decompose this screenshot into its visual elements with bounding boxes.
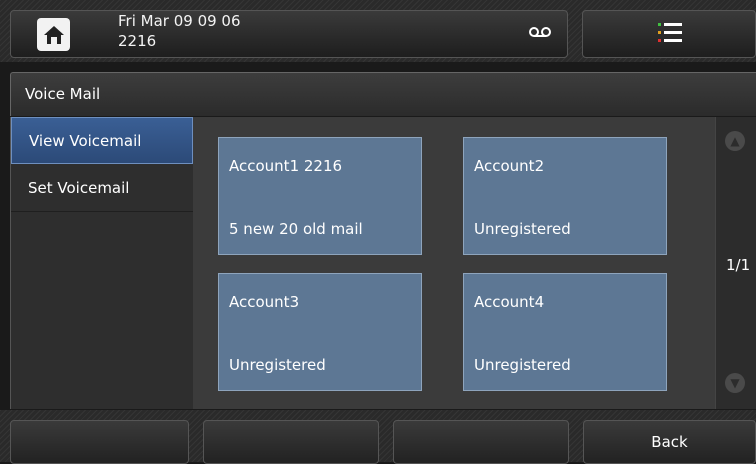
date-time-text: Fri Mar 09 09 06 — [118, 12, 241, 30]
status-bar: Fri Mar 09 09 06 2216 — [0, 0, 756, 62]
menu-list-icon[interactable] — [658, 22, 682, 44]
softkey-bar: Back — [0, 410, 756, 464]
account-name: Account2 — [474, 157, 545, 175]
softkey-2[interactable] — [203, 420, 379, 464]
back-button[interactable]: Back — [583, 420, 756, 464]
page-indicator: 1/1 — [726, 256, 751, 274]
title-bar: Voice Mail — [10, 72, 756, 116]
account-name: Account1 2216 — [229, 157, 343, 175]
page-title: Voice Mail — [25, 85, 101, 103]
account-name: Account4 — [474, 293, 545, 311]
softkey-1[interactable] — [10, 420, 189, 464]
status-segment — [10, 10, 568, 58]
menu-item-view-voicemail[interactable]: View Voicemail — [11, 117, 193, 164]
home-icon — [43, 25, 64, 44]
home-button[interactable] — [37, 18, 70, 51]
menu-item-label: View Voicemail — [29, 132, 142, 150]
account-tile-3[interactable]: Account3 Unregistered — [218, 273, 422, 391]
datetime-display: Fri Mar 09 09 06 2216 — [118, 11, 241, 51]
account-status: Unregistered — [474, 356, 571, 374]
voicemail-icon[interactable] — [528, 26, 552, 38]
account-grid: Account1 2216 5 new 20 old mail Account2… — [193, 117, 715, 409]
account-tile-4[interactable]: Account4 Unregistered — [463, 273, 667, 391]
softkey-3[interactable] — [393, 420, 569, 464]
menu-item-set-voicemail[interactable]: Set Voicemail — [11, 165, 193, 212]
extension-number: 2216 — [118, 32, 157, 50]
account-name: Account3 — [229, 293, 300, 311]
account-tile-2[interactable]: Account2 Unregistered — [463, 137, 667, 255]
account-status: Unregistered — [229, 356, 326, 374]
menu-item-label: Set Voicemail — [28, 179, 130, 197]
scroll-down-icon[interactable]: ▼ — [725, 373, 745, 393]
left-menu: View Voicemail Set Voicemail — [10, 117, 193, 409]
scroll-up-icon[interactable]: ▲ — [725, 131, 745, 151]
account-status: 5 new 20 old mail — [229, 220, 363, 238]
page-scroller: ▲ 1/1 ▼ — [715, 117, 756, 409]
account-status: Unregistered — [474, 220, 571, 238]
account-tile-1[interactable]: Account1 2216 5 new 20 old mail — [218, 137, 422, 255]
back-button-label: Back — [651, 433, 688, 451]
